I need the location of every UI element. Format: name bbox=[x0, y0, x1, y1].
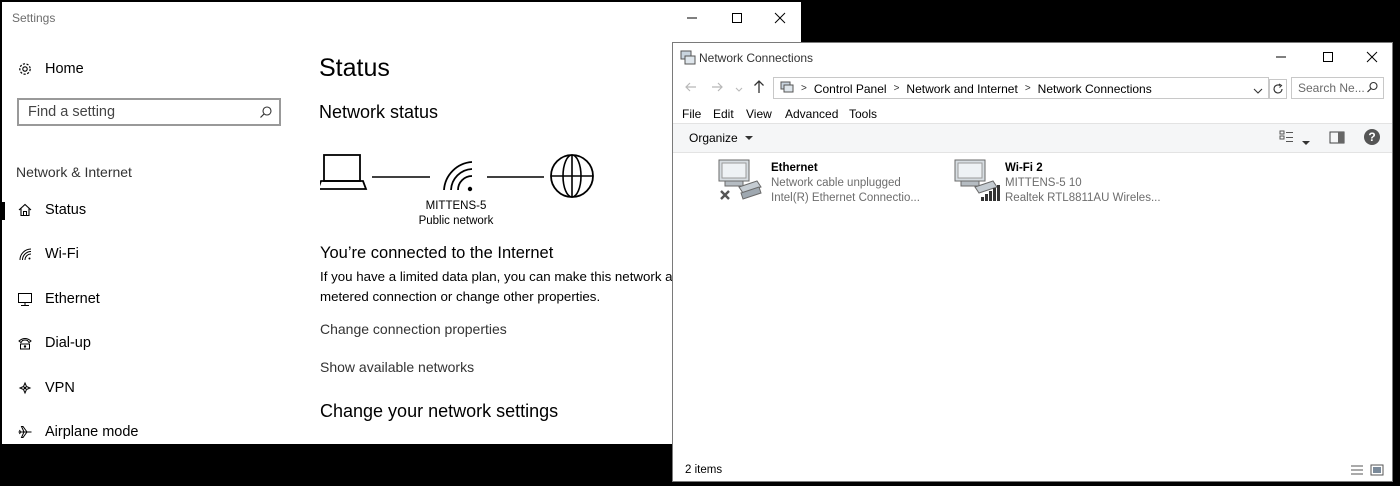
command-bar: Organize ? bbox=[673, 123, 1392, 153]
maximize-button[interactable] bbox=[717, 4, 757, 32]
menu-view[interactable]: View bbox=[746, 107, 772, 121]
sidebar-item-vpn[interactable]: VPN bbox=[16, 375, 75, 401]
ethernet-icon bbox=[16, 290, 34, 308]
search-icon bbox=[1366, 81, 1379, 97]
ethernet-connection-item[interactable]: Ethernet Network cable unplugged Intel(R… bbox=[717, 157, 927, 209]
close-button[interactable] bbox=[760, 4, 800, 32]
dialup-icon bbox=[16, 334, 34, 352]
wifi-name: Wi-Fi 2 bbox=[1005, 162, 1043, 174]
network-connections-window: Network Connections > Control Panel > Ne… bbox=[672, 42, 1393, 482]
home-nav-item[interactable]: Home bbox=[16, 56, 84, 82]
settings-window-title: Settings bbox=[12, 11, 56, 25]
wifi-signal-icon bbox=[443, 161, 473, 192]
sidebar-item-label: VPN bbox=[45, 380, 75, 396]
airplane-icon bbox=[16, 423, 34, 441]
help-icon[interactable]: ? bbox=[1364, 129, 1380, 145]
ethernet-name: Ethernet bbox=[771, 162, 818, 174]
sidebar-item-label: Ethernet bbox=[45, 291, 100, 307]
netconn-search-placeholder: Search Ne... bbox=[1298, 81, 1365, 95]
sidebar-item-dialup[interactable]: Dial-up bbox=[16, 330, 91, 356]
breadcrumb-separator-icon: > bbox=[1024, 83, 1031, 94]
breadcrumb-network-connections[interactable]: Network Connections bbox=[1038, 82, 1152, 96]
ethernet-status: Network cable unplugged bbox=[771, 177, 901, 189]
change-view-icon[interactable] bbox=[1279, 130, 1295, 149]
breadcrumb-control-panel[interactable]: Control Panel bbox=[814, 82, 887, 96]
page-title: Status bbox=[319, 54, 390, 82]
connected-body-line2: metered connection or change other prope… bbox=[320, 289, 601, 304]
large-icons-view-icon[interactable] bbox=[1370, 463, 1384, 481]
sidebar-item-status[interactable]: Status bbox=[16, 197, 86, 223]
status-bar-count: 2 items bbox=[685, 464, 723, 476]
refresh-icon[interactable] bbox=[1269, 79, 1287, 99]
up-arrow-icon[interactable] bbox=[752, 79, 766, 100]
recent-chevron-down-icon[interactable] bbox=[734, 82, 744, 100]
breadcrumb-network-and-internet[interactable]: Network and Internet bbox=[906, 82, 1017, 96]
laptop-icon bbox=[320, 154, 368, 190]
menu-edit[interactable]: Edit bbox=[713, 107, 734, 121]
network-diagram bbox=[320, 154, 594, 198]
home-label: Home bbox=[45, 61, 84, 77]
ethernet-adapter-icon bbox=[717, 157, 765, 208]
network-connections-icon bbox=[680, 50, 696, 71]
sidebar-item-label: Dial-up bbox=[45, 335, 91, 351]
minimize-button[interactable] bbox=[672, 4, 712, 32]
gear-icon bbox=[16, 60, 34, 78]
netconn-maximize-button[interactable] bbox=[1308, 43, 1348, 71]
netconn-minimize-button[interactable] bbox=[1261, 43, 1301, 71]
wifi-adapter: Realtek RTL8811AU Wireles... bbox=[1005, 192, 1161, 204]
menu-file[interactable]: File bbox=[682, 107, 701, 121]
organize-button[interactable]: Organize bbox=[689, 131, 754, 145]
address-bar[interactable]: > Control Panel > Network and Internet >… bbox=[773, 77, 1269, 99]
change-network-settings-heading: Change your network settings bbox=[320, 401, 559, 421]
sidebar-item-ethernet[interactable]: Ethernet bbox=[16, 286, 100, 312]
preview-pane-icon[interactable] bbox=[1329, 131, 1345, 149]
wifi-adapter-icon bbox=[953, 157, 1001, 208]
connected-heading: You’re connected to the Internet bbox=[320, 244, 554, 262]
settings-search-box[interactable] bbox=[17, 98, 281, 126]
sidebar-item-label: Airplane mode bbox=[45, 424, 139, 440]
breadcrumb-separator-icon: > bbox=[893, 83, 900, 94]
selection-indicator bbox=[2, 202, 5, 220]
section-label: Network & Internet bbox=[16, 164, 132, 180]
menu-tools[interactable]: Tools bbox=[849, 107, 877, 121]
sidebar-item-label: Status bbox=[45, 202, 87, 218]
settings-search-input[interactable] bbox=[19, 100, 248, 124]
netconn-window-title: Network Connections bbox=[699, 51, 814, 65]
network-name: MITTENS-5 bbox=[425, 200, 487, 212]
menu-advanced[interactable]: Advanced bbox=[785, 107, 838, 121]
sidebar-item-label: Wi-Fi bbox=[45, 246, 79, 262]
vpn-icon bbox=[16, 379, 34, 397]
network-status-heading: Network status bbox=[319, 102, 439, 122]
view-options-chevron-icon[interactable] bbox=[1302, 134, 1310, 152]
network-type: Public network bbox=[418, 215, 494, 227]
breadcrumb-separator-icon: > bbox=[801, 83, 807, 94]
chevron-down-icon bbox=[745, 136, 754, 140]
address-dropdown-icon[interactable] bbox=[1253, 83, 1263, 101]
sidebar-item-wifi[interactable]: Wi-Fi bbox=[16, 241, 79, 267]
globe-icon bbox=[550, 154, 594, 198]
netconn-close-button[interactable] bbox=[1352, 43, 1392, 71]
connected-body-line1: If you have a limited data plan, you can… bbox=[320, 269, 673, 284]
ethernet-adapter: Intel(R) Ethernet Connectio... bbox=[771, 192, 920, 204]
show-available-networks-link[interactable]: Show available networks bbox=[320, 359, 474, 375]
status-icon bbox=[16, 201, 34, 219]
search-icon bbox=[259, 105, 273, 124]
sidebar-item-airplane[interactable]: Airplane mode bbox=[16, 419, 139, 444]
wifi-icon bbox=[16, 245, 34, 263]
wifi-connection-item[interactable]: Wi-Fi 2 MITTENS-5 10 Realtek RTL8811AU W… bbox=[953, 157, 1163, 209]
control-panel-icon bbox=[780, 80, 794, 97]
details-view-icon[interactable] bbox=[1350, 463, 1364, 481]
organize-label: Organize bbox=[689, 131, 738, 145]
forward-arrow-icon[interactable] bbox=[710, 80, 724, 99]
netconn-search-box[interactable]: Search Ne... bbox=[1291, 77, 1384, 99]
back-arrow-icon[interactable] bbox=[684, 80, 698, 99]
wifi-status: MITTENS-5 10 bbox=[1005, 177, 1082, 189]
change-connection-properties-link[interactable]: Change connection properties bbox=[320, 321, 507, 337]
